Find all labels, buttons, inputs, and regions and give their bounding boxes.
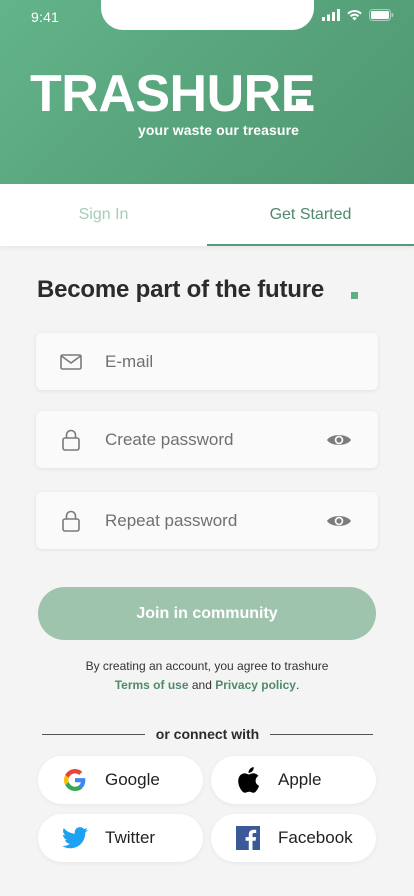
divider-line-left xyxy=(42,733,145,735)
brand-tagline: your waste our treasure xyxy=(138,122,300,138)
email-input[interactable] xyxy=(105,333,315,390)
google-icon xyxy=(62,767,88,793)
twitter-icon xyxy=(62,825,88,851)
facebook-button[interactable]: Facebook xyxy=(211,814,376,862)
terms-of-use-link[interactable]: Terms of use xyxy=(115,678,189,692)
create-password-input[interactable] xyxy=(105,411,315,468)
apple-icon xyxy=(235,767,261,793)
lock-icon xyxy=(60,429,82,451)
signal-icon xyxy=(322,9,340,21)
divider-text: or connect with xyxy=(155,726,260,742)
tab-sign-in[interactable]: Sign In xyxy=(0,184,207,246)
facebook-label: Facebook xyxy=(278,828,353,847)
tab-get-started[interactable]: Get Started xyxy=(207,184,414,246)
title-dot xyxy=(351,292,358,299)
status-icons xyxy=(322,9,394,21)
repeat-password-input[interactable] xyxy=(105,492,315,549)
terms-links-line: Terms of use and Privacy policy. xyxy=(0,676,414,695)
twitter-button[interactable]: Twitter xyxy=(38,814,203,862)
brand-dot xyxy=(296,99,307,110)
wifi-icon xyxy=(347,9,362,21)
app-header: 9:41 TRASHURE your waste our treasure xyxy=(0,0,414,184)
social-divider: or connect with xyxy=(42,724,374,744)
terms-period: . xyxy=(295,678,300,692)
show-password-eye-icon[interactable] xyxy=(326,431,352,449)
brand-logo: TRASHURE xyxy=(30,65,315,123)
battery-icon xyxy=(369,9,394,21)
join-community-button[interactable]: Join in community xyxy=(38,587,376,640)
email-field[interactable] xyxy=(36,333,378,390)
divider-line-right xyxy=(270,733,374,735)
google-label: Google xyxy=(105,770,160,789)
twitter-label: Twitter xyxy=(105,828,156,847)
auth-tabs: Sign In Get Started xyxy=(0,184,414,246)
show-repeat-password-eye-icon[interactable] xyxy=(326,512,352,530)
apple-button[interactable]: Apple xyxy=(211,756,376,804)
apple-label: Apple xyxy=(278,770,322,789)
mail-icon xyxy=(60,351,82,373)
page-title: Become part of the future xyxy=(37,276,325,303)
device-notch xyxy=(101,0,314,30)
privacy-policy-link[interactable]: Privacy policy xyxy=(215,678,296,692)
create-password-field[interactable] xyxy=(36,411,378,468)
terms-text: By creating an account, you agree to tra… xyxy=(0,657,414,695)
lock-icon xyxy=(60,510,82,532)
repeat-password-field[interactable] xyxy=(36,492,378,549)
terms-line: By creating an account, you agree to tra… xyxy=(85,659,329,673)
facebook-icon xyxy=(235,825,261,851)
status-time: 9:41 xyxy=(31,9,60,25)
terms-and: and xyxy=(191,678,212,692)
google-button[interactable]: Google xyxy=(38,756,203,804)
